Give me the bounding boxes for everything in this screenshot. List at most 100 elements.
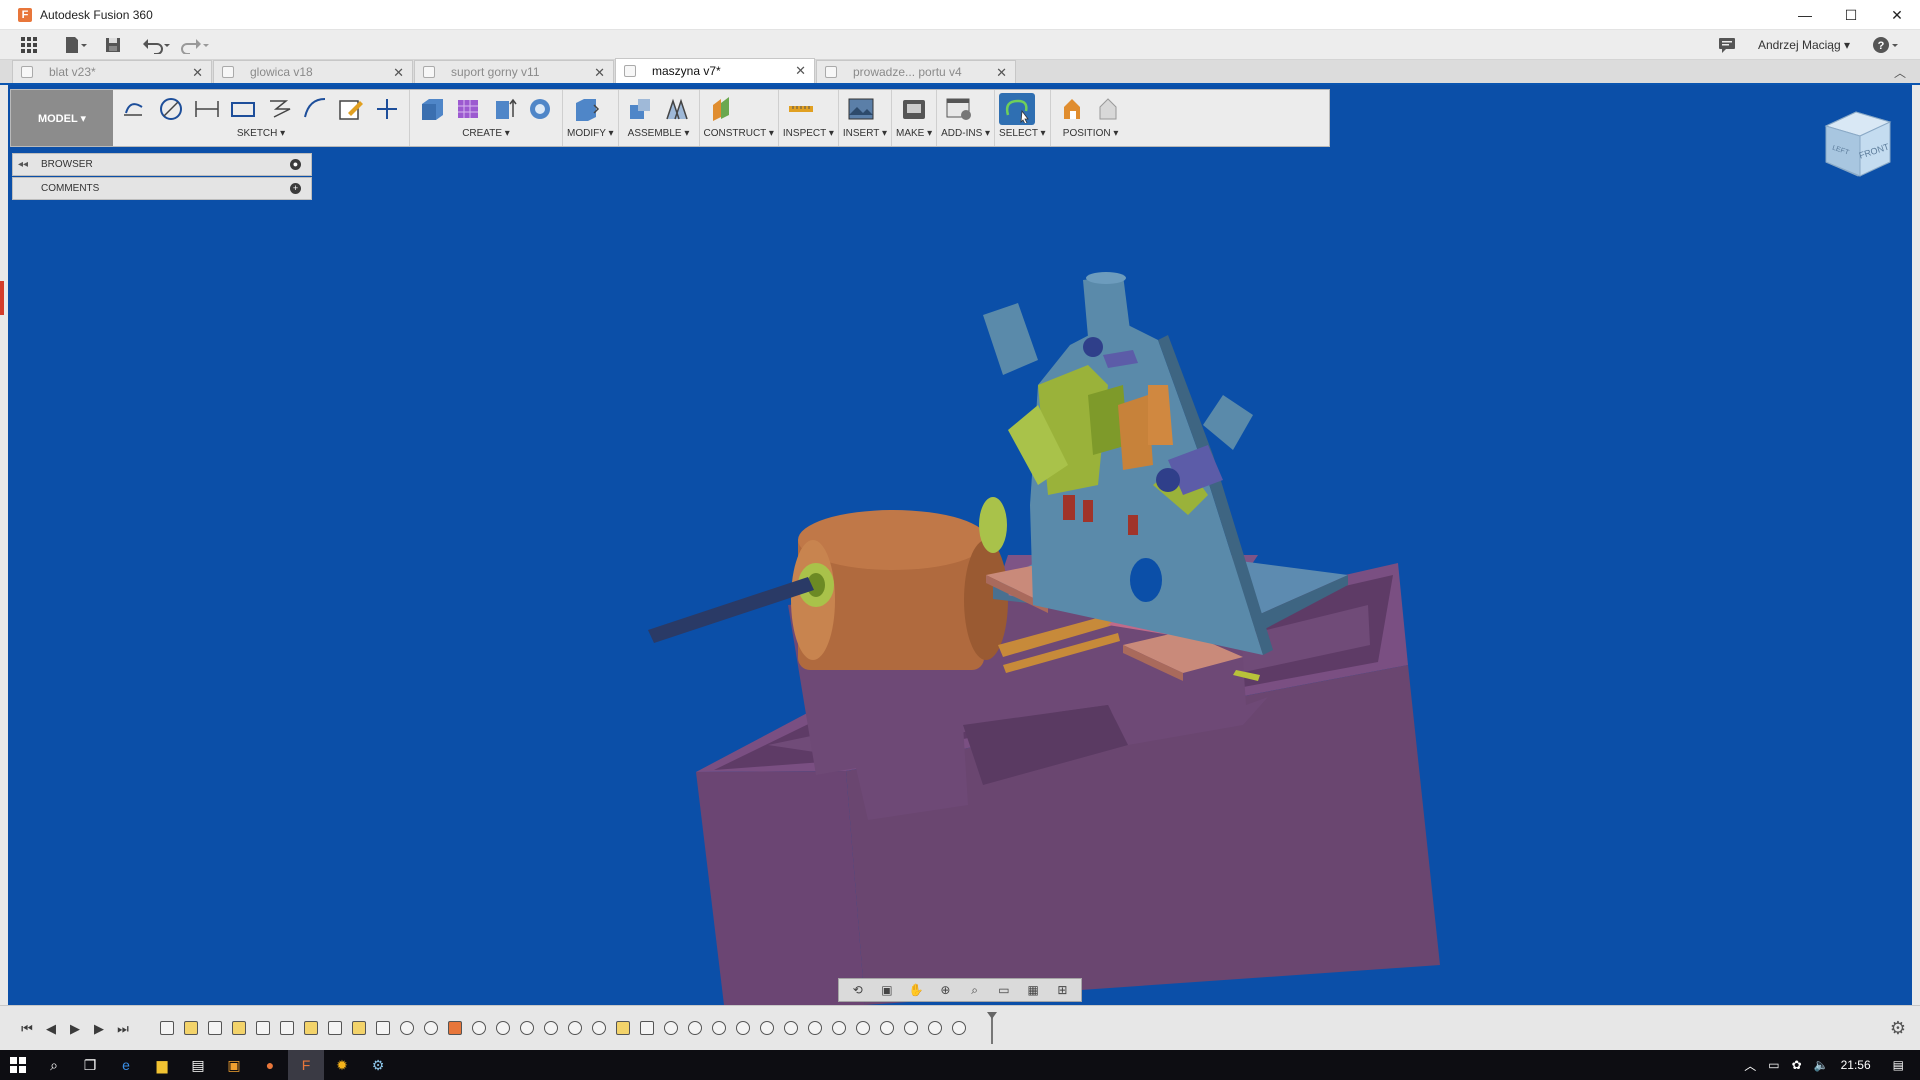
- insert-canvas-icon[interactable]: [843, 93, 879, 125]
- make-menu[interactable]: MAKE ▾: [896, 128, 932, 144]
- revert-position-icon[interactable]: [1091, 93, 1127, 125]
- dimension-icon[interactable]: [189, 93, 225, 125]
- play-icon[interactable]: ▶: [64, 1020, 86, 1038]
- position-menu[interactable]: POSITION ▾: [1055, 128, 1127, 144]
- timeline-feature[interactable]: [875, 1018, 899, 1038]
- firefox-icon[interactable]: ●: [252, 1050, 288, 1080]
- construct-menu[interactable]: CONSTRUCT ▾: [704, 128, 774, 144]
- timeline-settings-gear-icon[interactable]: ⚙: [1890, 1018, 1906, 1039]
- close-tab-icon[interactable]: ✕: [393, 65, 404, 81]
- revolve-icon[interactable]: [522, 93, 558, 125]
- timeline-feature[interactable]: [299, 1018, 323, 1038]
- save-icon[interactable]: [104, 33, 122, 57]
- tray-app-icon[interactable]: ✿: [1792, 1058, 1802, 1072]
- point-sketch-icon[interactable]: [369, 93, 405, 125]
- close-button[interactable]: ✕: [1874, 0, 1920, 30]
- viewports-icon[interactable]: ⊞: [1052, 981, 1072, 999]
- user-account-menu[interactable]: Andrzej Maciąg ▾: [1758, 38, 1850, 52]
- browser-pin-icon[interactable]: ●: [290, 159, 301, 170]
- collapse-tabs-icon[interactable]: ︿: [1894, 64, 1906, 81]
- timeline-feature[interactable]: [563, 1018, 587, 1038]
- timeline-feature[interactable]: [275, 1018, 299, 1038]
- timeline-feature[interactable]: [443, 1018, 467, 1038]
- line-sketch-icon[interactable]: [261, 93, 297, 125]
- tab-glowica[interactable]: glowica v18 ✕: [213, 60, 413, 83]
- addins-menu[interactable]: ADD-INS ▾: [941, 128, 990, 144]
- extrude-icon[interactable]: [486, 93, 522, 125]
- timeline-feature[interactable]: [467, 1018, 491, 1038]
- select-tool-icon[interactable]: [999, 93, 1036, 125]
- modify-menu[interactable]: MODIFY ▾: [567, 128, 614, 144]
- look-at-icon[interactable]: ▣: [877, 981, 897, 999]
- tab-blat[interactable]: blat v23* ✕: [12, 60, 212, 83]
- go-to-start-icon[interactable]: ⏮: [16, 1020, 38, 1038]
- timeline-feature[interactable]: [155, 1018, 179, 1038]
- help-icon[interactable]: ?: [1872, 33, 1900, 57]
- close-tab-icon[interactable]: ✕: [192, 65, 203, 81]
- timeline-feature[interactable]: [395, 1018, 419, 1038]
- inspect-menu[interactable]: INSPECT ▾: [783, 128, 834, 144]
- timeline-feature[interactable]: [371, 1018, 395, 1038]
- data-panel-grid-icon[interactable]: [20, 33, 38, 57]
- close-tab-icon[interactable]: ✕: [795, 63, 806, 79]
- timeline-feature[interactable]: [635, 1018, 659, 1038]
- timeline-feature[interactable]: [947, 1018, 971, 1038]
- maximize-button[interactable]: ☐: [1828, 0, 1874, 30]
- volume-icon[interactable]: 🔈: [1814, 1058, 1829, 1072]
- orbit-icon[interactable]: ⟲: [848, 981, 868, 999]
- zoom-icon[interactable]: ⊕: [935, 981, 955, 999]
- timeline-feature[interactable]: [851, 1018, 875, 1038]
- 3d-viewport[interactable]: [8, 85, 1912, 1005]
- timeline-feature[interactable]: [731, 1018, 755, 1038]
- close-tab-icon[interactable]: ✕: [594, 65, 605, 81]
- app-icon[interactable]: ▣: [216, 1050, 252, 1080]
- step-forward-icon[interactable]: ▶: [88, 1020, 110, 1038]
- start-windows-icon[interactable]: [0, 1050, 36, 1080]
- tab-prowadzenie-portu[interactable]: prowadze... portu v4 ✕: [816, 60, 1016, 83]
- file-explorer-icon[interactable]: ▆: [144, 1050, 180, 1080]
- timeline-marker[interactable]: [987, 1012, 997, 1044]
- timeline-feature[interactable]: [755, 1018, 779, 1038]
- comments-panel[interactable]: COMMENTS +: [12, 177, 312, 200]
- timeline-feature[interactable]: [539, 1018, 563, 1038]
- store-icon[interactable]: ▤: [180, 1050, 216, 1080]
- search-icon[interactable]: ⌕: [36, 1050, 72, 1080]
- timeline-feature[interactable]: [227, 1018, 251, 1038]
- timeline-feature[interactable]: [779, 1018, 803, 1038]
- timeline-feature[interactable]: [683, 1018, 707, 1038]
- sketch-menu[interactable]: SKETCH ▾: [117, 128, 405, 144]
- press-pull-icon[interactable]: [567, 93, 603, 125]
- network-icon[interactable]: ▭: [1768, 1058, 1779, 1072]
- tab-maszyna[interactable]: maszyna v7* ✕: [615, 58, 815, 83]
- new-component-icon[interactable]: [623, 93, 659, 125]
- edge-browser-icon[interactable]: e: [108, 1050, 144, 1080]
- timeline-feature[interactable]: [419, 1018, 443, 1038]
- grid-settings-icon[interactable]: ▦: [1023, 981, 1043, 999]
- minimize-button[interactable]: —: [1782, 0, 1828, 30]
- display-settings-icon[interactable]: ▭: [994, 981, 1014, 999]
- timeline-feature[interactable]: [659, 1018, 683, 1038]
- joint-icon[interactable]: [659, 93, 695, 125]
- browser-panel[interactable]: ◂◂ BROWSER ●: [12, 153, 312, 176]
- collapse-panel-icon[interactable]: ◂◂: [15, 159, 31, 170]
- box-create-icon[interactable]: [414, 93, 450, 125]
- clock[interactable]: 21:56: [1841, 1058, 1871, 1072]
- file-menu-icon[interactable]: [64, 33, 88, 57]
- rectangle-sketch-icon[interactable]: [225, 93, 261, 125]
- add-comment-icon[interactable]: +: [290, 183, 301, 194]
- timeline-feature[interactable]: [803, 1018, 827, 1038]
- timeline-feature[interactable]: [491, 1018, 515, 1038]
- timeline-feature[interactable]: [611, 1018, 635, 1038]
- tool-app-icon[interactable]: ⚙: [360, 1050, 396, 1080]
- timeline-feature[interactable]: [203, 1018, 227, 1038]
- tray-chevron-icon[interactable]: ︿: [1744, 1057, 1756, 1074]
- edit-sketch-icon[interactable]: [333, 93, 369, 125]
- timeline-feature[interactable]: [827, 1018, 851, 1038]
- go-to-end-icon[interactable]: ⏭: [112, 1020, 134, 1038]
- timeline-feature[interactable]: [347, 1018, 371, 1038]
- measure-icon[interactable]: [783, 93, 819, 125]
- tab-suport-gorny[interactable]: suport gorny v11 ✕: [414, 60, 614, 83]
- assemble-menu[interactable]: ASSEMBLE ▾: [623, 128, 695, 144]
- timeline-feature[interactable]: [707, 1018, 731, 1038]
- step-back-icon[interactable]: ◀: [40, 1020, 62, 1038]
